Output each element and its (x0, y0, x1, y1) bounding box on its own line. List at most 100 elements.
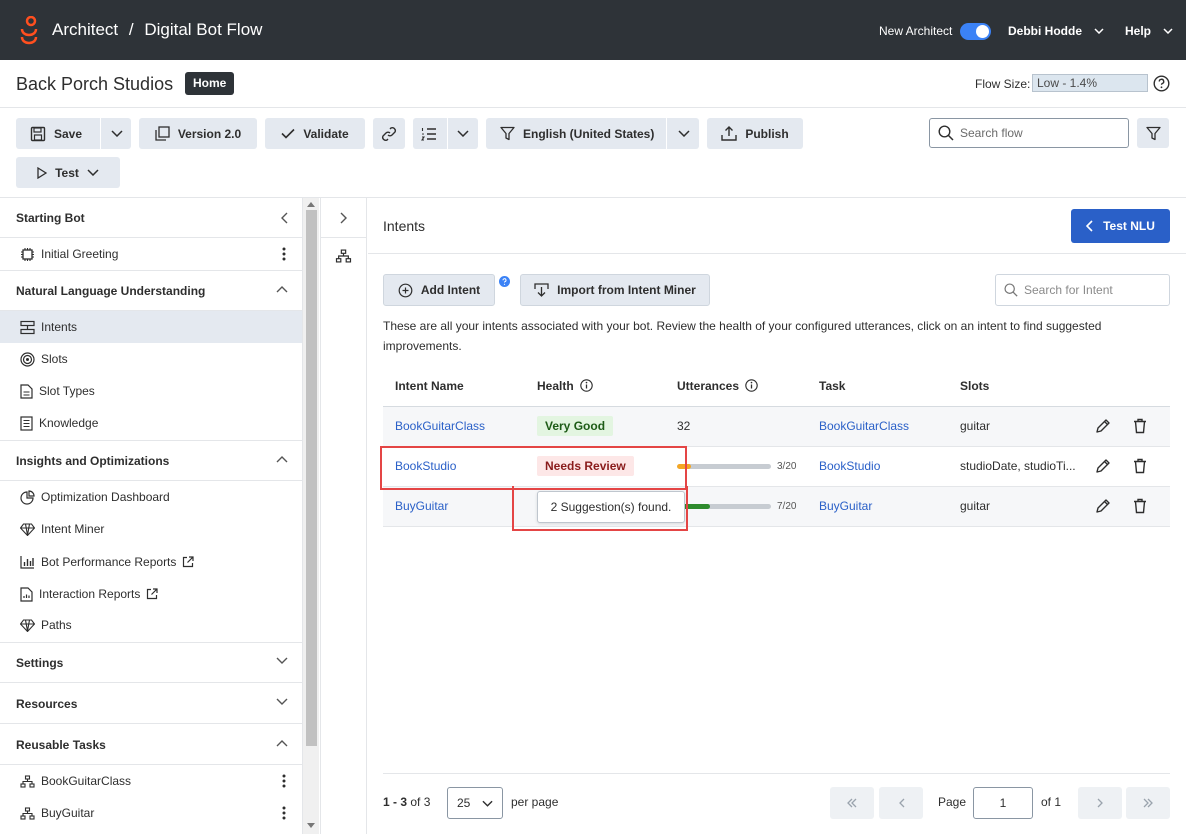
col-actions (1083, 366, 1170, 407)
expand-button[interactable] (321, 198, 366, 238)
test-button[interactable]: Test (16, 157, 120, 188)
sidebar-item-bot-performance-reports[interactable]: Bot Performance Reports (0, 546, 302, 578)
new-architect-toggle[interactable] (960, 23, 991, 40)
first-page-button[interactable] (830, 787, 874, 819)
col-utterances[interactable]: Utterances (665, 366, 807, 407)
test-nlu-button[interactable]: Test NLU (1071, 209, 1170, 243)
import-intent-miner-button[interactable]: Import from Intent Miner (520, 274, 710, 306)
page-number-input[interactable]: 1 (973, 787, 1033, 819)
prev-page-button[interactable] (879, 787, 923, 819)
sidebar-item-slot-types[interactable]: Slot Types (0, 375, 302, 407)
add-intent-button[interactable]: Add Intent (383, 274, 495, 306)
link-button[interactable] (373, 118, 405, 149)
sidebar-scrollbar[interactable] (302, 198, 319, 834)
double-chevron-left-icon (847, 798, 857, 808)
sidebar-item-intent-miner[interactable]: Intent Miner (0, 513, 302, 545)
chevron-down-icon (1094, 28, 1104, 34)
book-icon (20, 415, 33, 431)
double-chevron-right-icon (1143, 798, 1153, 808)
intent-search-input[interactable] (1024, 283, 1164, 297)
help-menu[interactable]: Help (1125, 24, 1173, 38)
language-button[interactable]: English (United States) (486, 118, 699, 149)
publish-button[interactable]: Publish (707, 118, 803, 149)
task-link[interactable]: BookGuitarClass (819, 419, 909, 433)
home-badge[interactable]: Home (185, 72, 235, 95)
edit-pencil-icon[interactable] (1095, 458, 1111, 474)
section-settings[interactable]: Settings (0, 643, 302, 683)
per-page-select[interactable]: 25 (447, 787, 503, 819)
trash-icon[interactable] (1133, 498, 1147, 514)
section-reusable-tasks[interactable]: Reusable Tasks (0, 725, 302, 765)
title-row: Back Porch Studios Home Flow Size: Low -… (0, 60, 1186, 108)
edit-pencil-icon[interactable] (1095, 498, 1111, 514)
flow-filter-button[interactable] (1137, 118, 1169, 148)
list-menu-button[interactable] (413, 118, 478, 149)
sidebar-item-label: Optimization Dashboard (41, 490, 170, 504)
sidebar-item-task-buyguitar[interactable]: BuyGuitar (0, 797, 302, 829)
numbered-list-icon (421, 127, 436, 141)
sidebar-item-optimization-dashboard[interactable]: Optimization Dashboard (0, 481, 302, 513)
info-icon (745, 379, 759, 392)
table-row[interactable]: BookGuitarClass Very Good 32 BookGuitarC… (383, 406, 1170, 447)
search-flow-field[interactable] (929, 118, 1129, 148)
sidebar-item-paths[interactable]: Paths (0, 609, 302, 641)
flow-size-label: Flow Size: (975, 77, 1031, 91)
col-intent-name[interactable]: Intent Name (383, 366, 525, 407)
sidebar-item-label: Interaction Reports (39, 587, 141, 601)
chevron-down-icon (111, 130, 123, 137)
chevron-left-icon (1086, 220, 1093, 232)
intent-name-link[interactable]: BookGuitarClass (395, 419, 485, 433)
report-icon (20, 586, 33, 602)
play-icon (37, 166, 48, 179)
more-vertical-icon (282, 806, 286, 820)
last-page-button[interactable] (1126, 787, 1170, 819)
task-link[interactable]: BookStudio (819, 459, 880, 473)
add-intent-help-icon[interactable] (499, 276, 510, 287)
slots-value: guitar (960, 499, 991, 513)
utterance-count: 7/20 (777, 501, 797, 513)
trash-icon[interactable] (1133, 418, 1147, 434)
chevron-up-icon (276, 286, 288, 293)
pagination-bar: 1 - 3 of 3 25 per page Page 1 of 1 (383, 773, 1170, 834)
intent-search-field[interactable] (995, 274, 1170, 306)
table-row[interactable]: BuyGuitar 7/20 BuyGuitar guitar (383, 486, 1170, 527)
slots-value: studioDate, studioTi... (960, 459, 1076, 473)
next-page-button[interactable] (1078, 787, 1122, 819)
sidebar-item-knowledge[interactable]: Knowledge (0, 407, 302, 439)
sidebar-item-intents[interactable]: Intents (0, 311, 302, 343)
sidebar-item-task-bookguitarclass[interactable]: BookGuitarClass (0, 765, 302, 797)
help-circle-icon[interactable] (1153, 75, 1170, 92)
section-resources[interactable]: Resources (0, 684, 302, 724)
save-button[interactable]: Save (16, 118, 131, 149)
sidebar-item-label: Intents (41, 320, 78, 334)
user-menu[interactable]: Debbi Hodde (1008, 24, 1104, 38)
breadcrumb-app[interactable]: Architect (52, 20, 118, 39)
edit-pencil-icon[interactable] (1095, 418, 1111, 434)
chevron-down-icon (1163, 28, 1173, 34)
panel-header (368, 198, 1186, 254)
external-link-icon (183, 556, 195, 568)
section-starting-bot[interactable]: Starting Bot (0, 198, 302, 238)
filter-icon (1145, 126, 1161, 140)
toolbar: Save Version 2.0 Validate English (Unite… (0, 108, 1186, 198)
validate-button[interactable]: Validate (265, 118, 365, 149)
col-health[interactable]: Health (525, 366, 665, 407)
plus-circle-icon (398, 283, 413, 297)
sidebar-item-slots[interactable]: Slots (0, 343, 302, 375)
trash-icon[interactable] (1133, 458, 1147, 474)
task-link[interactable]: BuyGuitar (819, 499, 872, 513)
section-insights[interactable]: Insights and Optimizations (0, 441, 302, 481)
section-nlu[interactable]: Natural Language Understanding (0, 271, 302, 311)
sidebar-item-initial-greeting[interactable]: Initial Greeting (0, 238, 302, 270)
page-title: Intents (383, 218, 426, 234)
copy-icon (155, 126, 170, 141)
col-slots[interactable]: Slots (948, 366, 1083, 407)
search-flow-input[interactable] (960, 126, 1120, 140)
intent-name-link[interactable]: BuyGuitar (395, 499, 448, 513)
col-task[interactable]: Task (807, 366, 948, 407)
sidebar-item-interaction-reports[interactable]: Interaction Reports (0, 578, 302, 610)
version-button[interactable]: Version 2.0 (139, 118, 257, 149)
chip-icon (21, 247, 34, 261)
flow-map-button[interactable] (335, 249, 352, 263)
save-icon (30, 126, 46, 141)
